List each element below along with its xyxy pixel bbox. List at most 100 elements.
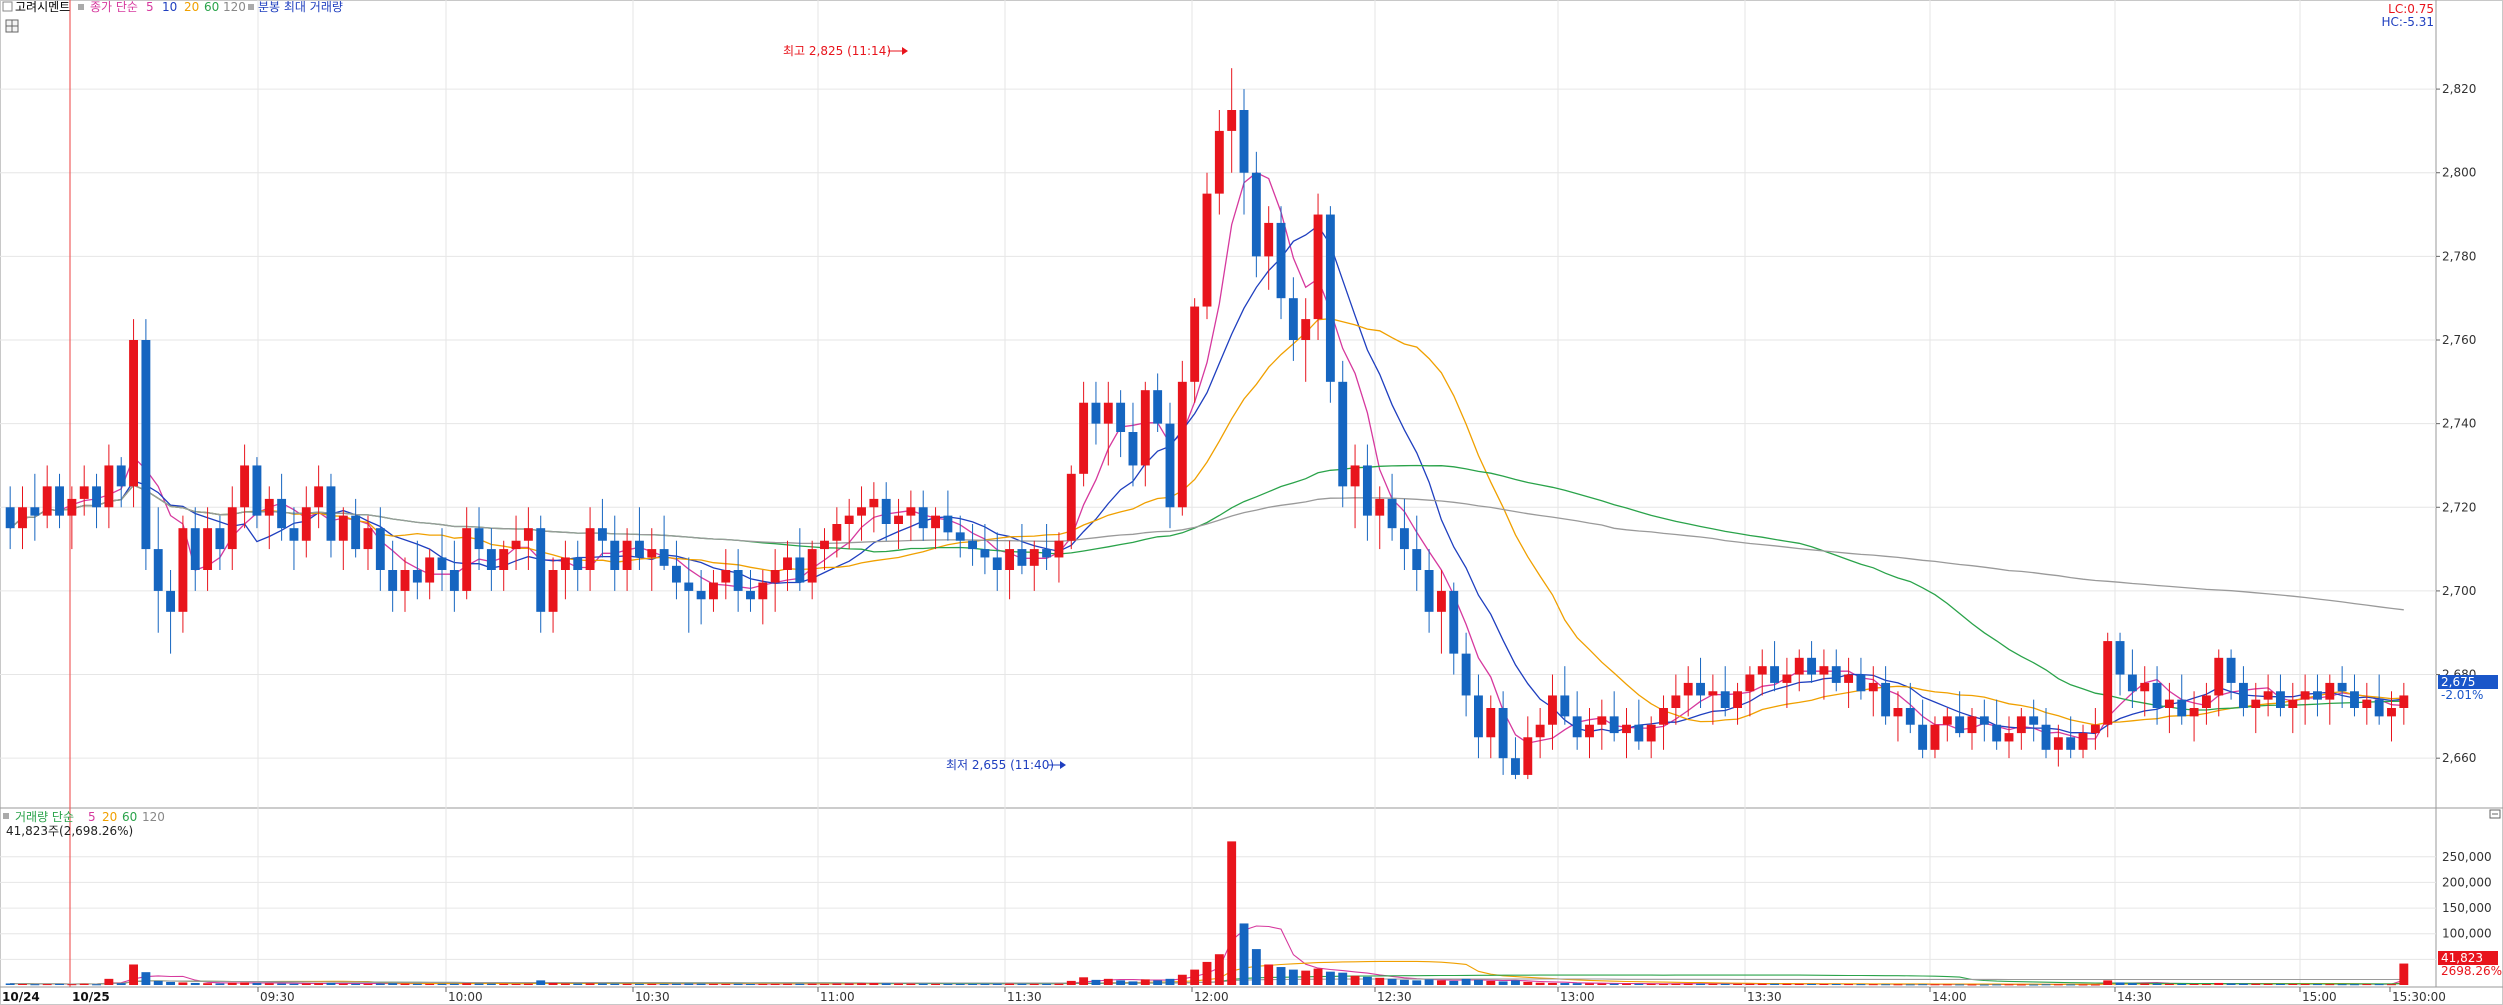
volume-bar	[1362, 976, 1372, 985]
candle-body	[1066, 473, 1076, 541]
candle-body	[141, 340, 151, 550]
volume-bar	[1992, 984, 2002, 986]
volume-bar	[1918, 984, 1928, 986]
volume-bar	[684, 983, 694, 985]
volume-bar	[240, 982, 250, 985]
volume-bar	[672, 983, 681, 985]
volume-bar	[42, 984, 52, 986]
high-annotation: 최고 2,825 (11:14)	[783, 44, 908, 58]
candle-body	[1770, 666, 1780, 683]
legend-bullet-icon	[248, 4, 254, 10]
date-label: 10/25	[72, 990, 110, 1004]
volume-bar	[1042, 983, 1052, 985]
volume-bar	[511, 983, 521, 985]
candle-body	[2164, 699, 2174, 708]
time-tick-label: 13:00	[1560, 990, 1595, 1004]
candle-body	[314, 486, 324, 508]
candle-body	[1301, 319, 1311, 340]
volume-bar	[2325, 984, 2335, 986]
volume-bar	[1560, 983, 1570, 985]
candle-body	[2387, 708, 2396, 717]
candle-body	[1634, 724, 1644, 742]
candle-body	[1227, 110, 1237, 131]
volume-bar	[1091, 979, 1101, 985]
volume-bar	[1375, 977, 1385, 985]
volume-bar	[412, 983, 422, 985]
candle-body	[2325, 682, 2335, 700]
candle-body	[597, 528, 607, 541]
legend-checkbox[interactable]	[2, 1, 13, 12]
volume-bar	[1720, 983, 1730, 985]
volume-bar	[2238, 983, 2248, 985]
volume-bar	[227, 982, 237, 985]
volume-bar	[1844, 984, 1854, 986]
candle-body	[277, 498, 287, 529]
vol-legend-ma5: 5	[88, 810, 96, 824]
candle-body	[1782, 674, 1792, 683]
candle-body	[1733, 691, 1742, 708]
price-tick-label: 2,800	[2442, 166, 2476, 180]
volume-bar	[1548, 982, 1557, 985]
candle-body	[857, 507, 866, 516]
volume-bar	[758, 983, 768, 985]
candle-body	[1856, 674, 1866, 692]
volume-bar	[2313, 984, 2322, 986]
chart-frame	[0, 0, 2503, 1005]
volume-bar	[523, 983, 533, 985]
candle-body	[758, 582, 768, 600]
candle-body	[1214, 130, 1224, 194]
candle-body	[770, 570, 780, 583]
volume-bar	[1288, 969, 1298, 985]
volume-bar	[400, 983, 410, 985]
candle-body	[1054, 540, 1064, 558]
candle-body	[2103, 641, 2113, 725]
legend-bullet-icon	[3, 813, 9, 819]
volume-bar	[1782, 983, 1792, 985]
volume-bar	[2078, 984, 2088, 986]
candle-body	[215, 528, 225, 550]
candle-body	[2238, 682, 2248, 708]
volume-bar	[634, 983, 644, 985]
volume-bar	[1202, 961, 1212, 985]
candle-body	[659, 549, 669, 566]
volume-bar	[1634, 983, 1644, 985]
candle-body	[67, 498, 77, 516]
volume-bar	[1683, 983, 1693, 985]
volume-bar	[1696, 983, 1705, 985]
candle-body	[573, 557, 583, 570]
volume-bar	[1807, 983, 1817, 985]
volume-bar	[1017, 983, 1027, 985]
last-price: 2,675	[2441, 675, 2475, 689]
candle-body	[1955, 716, 1965, 734]
volume-tick-label: 200,000	[2442, 875, 2492, 889]
candle-body	[2288, 699, 2298, 708]
last-volume-tag: 41,823 2698.26%	[2438, 951, 2502, 978]
candle-body	[548, 570, 558, 612]
volume-bar	[1819, 983, 1829, 985]
candle-body	[1708, 691, 1718, 696]
candle-body	[1659, 708, 1668, 725]
candle-body	[2263, 691, 2273, 700]
candle-body	[1572, 716, 1582, 738]
volume-bar	[486, 983, 496, 985]
volume-bar	[314, 983, 324, 985]
time-tick-label: 12:00	[1194, 990, 1229, 1004]
volume-bar	[264, 983, 274, 985]
candle-body	[1005, 549, 1015, 570]
candle-body	[1412, 549, 1422, 570]
time-tick-label: 15:00	[2302, 990, 2337, 1004]
candle-body	[1251, 172, 1261, 257]
volume-bar	[2053, 984, 2063, 986]
volume-bar	[1745, 983, 1755, 985]
volume-bar	[622, 983, 632, 985]
volume-bar	[943, 983, 953, 985]
candle-body	[1498, 708, 1508, 759]
price-tick-label: 2,740	[2442, 417, 2476, 431]
volume-bar	[1029, 983, 1039, 985]
candle-body	[375, 528, 385, 570]
candle-body	[980, 549, 990, 558]
volume-bar	[746, 983, 755, 985]
volume-bar	[1905, 984, 1915, 986]
last-volume-pct: 2698.26%	[2441, 964, 2502, 978]
candle-body	[610, 540, 620, 570]
